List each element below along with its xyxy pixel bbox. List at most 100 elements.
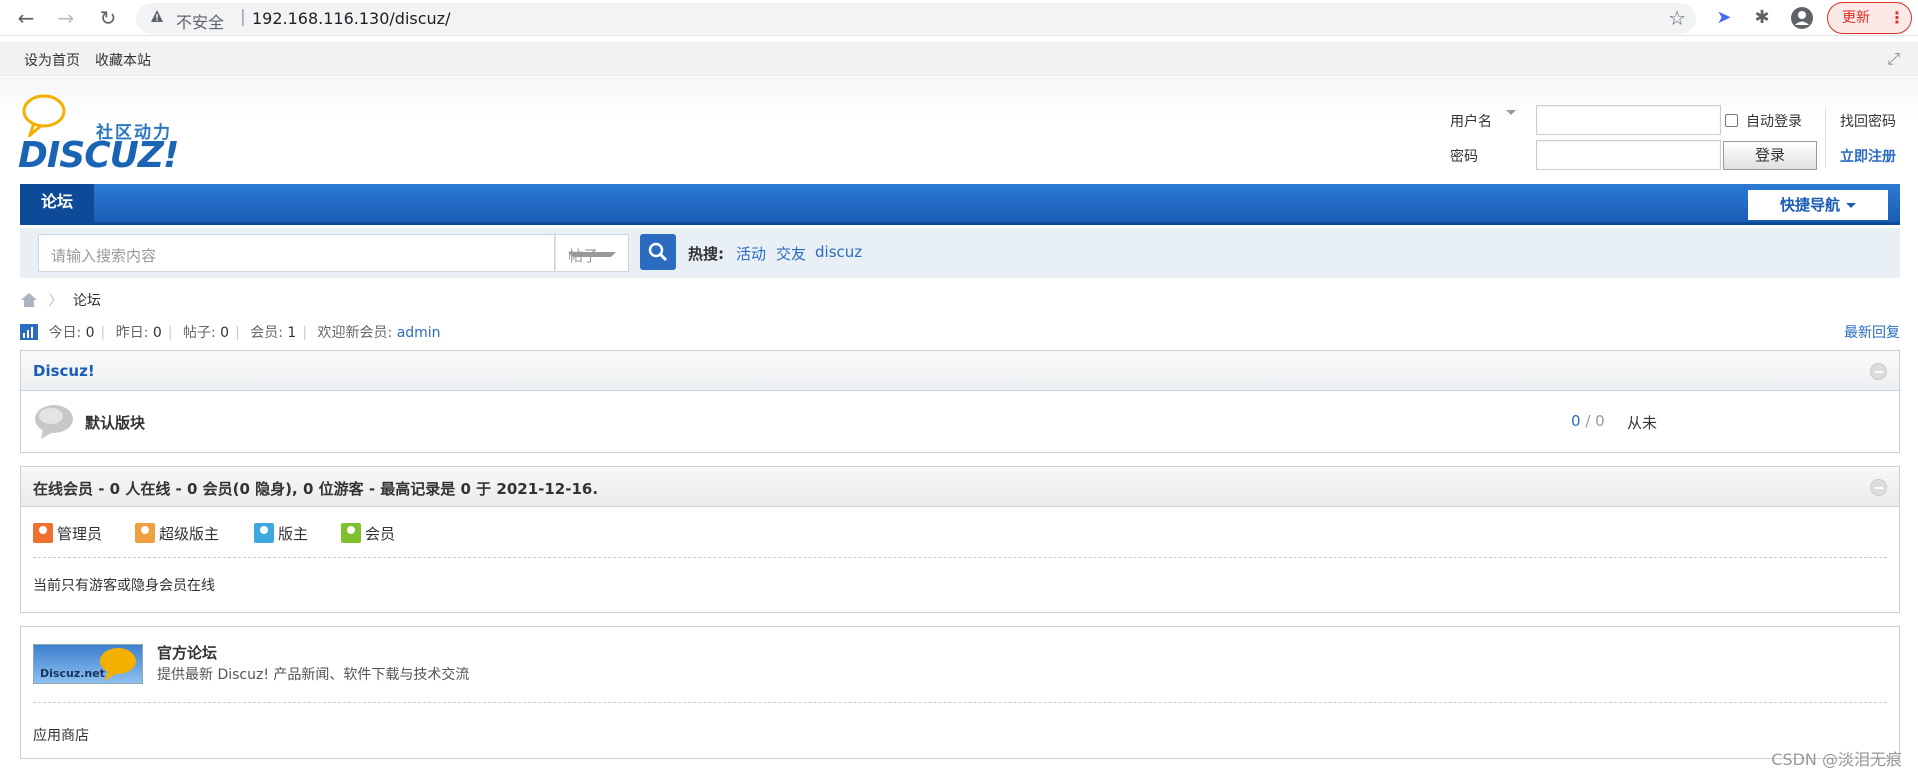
insecure-label: 不安全: [176, 13, 225, 32]
yesterday-count: 0: [152, 325, 162, 341]
main-nav: 论坛 快捷导航: [20, 184, 1900, 225]
today-label: 今日:: [48, 325, 82, 341]
forward-icon[interactable]: →: [54, 6, 78, 30]
legend-admin: 管理员: [33, 523, 102, 544]
home-icon[interactable]: [20, 292, 38, 308]
badge-text: Discuz.net: [40, 667, 105, 680]
hot-word-link[interactable]: discuz: [815, 243, 862, 261]
bookmark-star-icon[interactable]: ☆: [1668, 6, 1686, 30]
online-title[interactable]: 在线会员 - 0 人在线 - 0 会员(0 隐身), 0 位游客 - 最高记录是…: [33, 478, 598, 499]
category-box: Discuz! 默认版块 0 / 0 从未: [20, 350, 1900, 453]
yesterday-label: 昨日:: [115, 325, 149, 341]
update-label: 更新: [1842, 10, 1870, 26]
breadcrumb-current: 论坛: [72, 293, 101, 309]
browser-update-button[interactable]: 更新 ⋮: [1827, 2, 1912, 34]
username-type-caret-icon[interactable]: [1506, 110, 1516, 120]
hot-word-link[interactable]: 交友: [776, 243, 806, 264]
online-message: 当前只有游客或隐身会员在线: [33, 578, 215, 594]
back-icon[interactable]: ←: [14, 6, 38, 30]
forum-count-separator: /: [1585, 412, 1591, 430]
chevron-down-icon: [568, 252, 616, 262]
logo-bubble-icon: [22, 94, 66, 137]
login-button[interactable]: 登录: [1723, 141, 1817, 170]
category-title[interactable]: Discuz!: [33, 362, 95, 380]
username-label[interactable]: 用户名: [1450, 111, 1492, 131]
super-moderator-user-icon: [135, 523, 155, 543]
stats-divider: |: [302, 325, 308, 341]
new-member-link[interactable]: admin: [397, 325, 441, 341]
hot-search-label: 热搜:: [688, 245, 724, 263]
logo-en-text: DISCUZ!: [18, 135, 179, 176]
online-members-box: 在线会员 - 0 人在线 - 0 会员(0 隐身), 0 位游客 - 最高记录是…: [20, 466, 1900, 613]
online-header: 在线会员 - 0 人在线 - 0 会员(0 隐身), 0 位游客 - 最高记录是…: [21, 467, 1899, 507]
set-home-link[interactable]: 设为首页: [24, 50, 80, 70]
search-bar: 请输入搜索内容 帖子 热搜: 活动 交友 discuz: [20, 228, 1900, 278]
official-forum-link[interactable]: 官方论坛: [157, 642, 217, 663]
bookmark-site-link[interactable]: 收藏本站: [95, 50, 151, 70]
username-input[interactable]: [1536, 105, 1721, 135]
watermark-text: CSDN @淡泪无痕: [1771, 750, 1902, 769]
forum-thread-count: 0: [1571, 412, 1581, 430]
breadcrumb: 〉 论坛: [20, 290, 101, 310]
members-label: 会员:: [250, 325, 283, 341]
profile-avatar-icon[interactable]: [1790, 6, 1814, 30]
register-link[interactable]: 立即注册: [1840, 146, 1896, 166]
latest-reply-link[interactable]: 最新回复: [1844, 322, 1900, 342]
legend-label: 超级版主: [159, 525, 220, 543]
search-button[interactable]: [640, 234, 676, 270]
welcome-label: 欢迎新会员:: [317, 325, 393, 341]
extension-bird-icon[interactable]: ➤: [1712, 6, 1736, 30]
today-count: 0: [85, 325, 95, 341]
friend-links-box: Discuz.net 官方论坛 提供最新 Discuz! 产品新闻、软件下载与技…: [20, 626, 1900, 759]
category-header: Discuz!: [21, 351, 1899, 391]
password-input[interactable]: [1536, 140, 1721, 170]
browser-toolbar: ← → ↻ 不安全 | 192.168.116.130/discuz/ ☆ ➤ …: [0, 0, 1918, 36]
stats-divider: |: [100, 325, 106, 341]
forum-last-post: 从未: [1627, 414, 1658, 432]
stats-divider: |: [167, 325, 173, 341]
legend-member: 会员: [341, 523, 395, 544]
stats-divider: |: [235, 325, 240, 341]
hot-word-link[interactable]: 活动: [736, 243, 766, 264]
app-store-link[interactable]: 应用商店: [33, 725, 89, 745]
collapse-icon[interactable]: [1870, 479, 1887, 496]
warning-icon: [151, 10, 163, 22]
search-input[interactable]: 请输入搜索内容: [38, 234, 555, 272]
find-password-link[interactable]: 找回密码: [1840, 111, 1896, 131]
menu-kebab-icon: ⋮: [1889, 8, 1905, 27]
address-bar[interactable]: 不安全 | 192.168.116.130/discuz/ ☆: [136, 3, 1696, 34]
login-divider: [1825, 108, 1826, 168]
posts-count: 0: [220, 325, 230, 341]
discuz-logo[interactable]: 社区动力 DISCUZ!: [18, 93, 188, 176]
reload-icon[interactable]: ↻: [96, 6, 120, 30]
divider: [33, 702, 1887, 703]
legend-label: 会员: [365, 525, 396, 543]
collapse-icon[interactable]: [1870, 363, 1887, 380]
forum-name-link[interactable]: 默认版块: [85, 412, 145, 433]
chevron-down-icon: [1846, 202, 1856, 213]
quick-nav-button[interactable]: 快捷导航: [1748, 190, 1888, 220]
forum-stats: 今日: 0 | 昨日: 0 | 帖子: 0 | 会员: 1 | 欢迎新会员: admin: [20, 322, 441, 342]
url-text[interactable]: 192.168.116.130/discuz/: [252, 9, 450, 28]
search-placeholder: 请输入搜索内容: [51, 247, 157, 265]
discuz-net-badge[interactable]: Discuz.net: [33, 644, 143, 684]
search-type-select[interactable]: 帖子: [555, 234, 629, 272]
legend-label: 管理员: [57, 525, 103, 543]
moderator-user-icon: [254, 523, 274, 543]
tab-forum[interactable]: 论坛: [20, 184, 94, 225]
stats-chart-icon: [20, 324, 38, 340]
password-label: 密码: [1450, 149, 1478, 165]
top-link-bar: 设为首页 收藏本站 ⤢: [0, 42, 1918, 76]
search-icon: [648, 242, 668, 262]
legend-label: 版主: [278, 525, 309, 543]
breadcrumb-chevron-icon: 〉: [48, 293, 63, 309]
quick-nav-label: 快捷导航: [1779, 196, 1840, 214]
divider: [33, 557, 1887, 558]
auto-login-label[interactable]: 自动登录: [1746, 111, 1802, 131]
forum-speech-icon: [35, 405, 73, 439]
official-forum-description: 提供最新 Discuz! 产品新闻、软件下载与技术交流: [157, 667, 470, 683]
legend-super-moderator: 超级版主: [135, 523, 219, 544]
extensions-puzzle-icon[interactable]: ✱: [1750, 6, 1774, 30]
auto-login-checkbox[interactable]: [1725, 114, 1738, 127]
collapse-header-icon[interactable]: ⤢: [1887, 49, 1900, 69]
